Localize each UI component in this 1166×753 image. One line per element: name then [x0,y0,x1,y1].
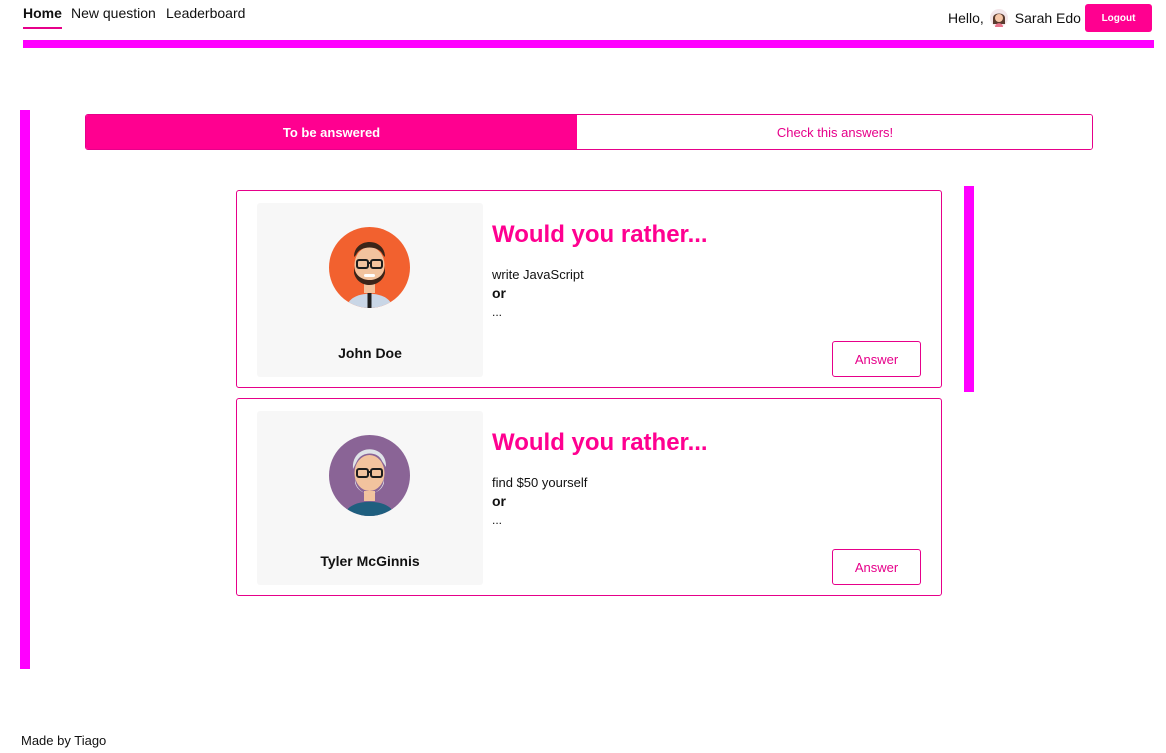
nav-divider-bar [23,40,1154,48]
option-preview: write JavaScript [492,267,584,282]
logout-button[interactable]: Logout [1085,4,1152,32]
option-preview: find $50 yourself [492,475,588,490]
top-nav: Home New question Leaderboard Hello, Sar… [0,0,1166,48]
question-title: Would you rather... [492,429,708,456]
option-ellipsis: ... [492,305,503,319]
footer-credit: Made by Tiago [21,733,107,748]
nav-leaderboard-link[interactable]: Leaderboard [166,5,245,21]
right-accent-bar [964,186,974,392]
author-panel: John Doe [257,203,483,377]
author-name: John Doe [338,345,402,361]
gray-haired-man-avatar-icon [329,435,410,516]
user-greeting: Hello, Sarah Edo [948,8,1081,28]
nav-home-link[interactable]: Home [23,5,62,29]
author-panel: Tyler McGinnis [257,411,483,585]
question-card: Tyler McGinnis Would you rather... find … [236,398,942,596]
question-card: John Doe Would you rather... write JavaS… [236,190,942,388]
option-ellipsis: ... [492,513,503,527]
left-accent-bar [20,110,30,669]
or-label: or [492,493,506,509]
tab-to-be-answered[interactable]: To be answered [86,115,577,149]
question-tabs: To be answered Check this answers! [85,114,1093,150]
or-label: or [492,285,506,301]
question-title: Would you rather... [492,221,708,248]
user-avatar-icon [989,9,1008,27]
user-name: Sarah Edo [1014,10,1081,26]
answer-button[interactable]: Answer [832,341,921,377]
nav-new-question-link[interactable]: New question [71,5,156,21]
tab-check-answers[interactable]: Check this answers! [577,115,1092,149]
author-name: Tyler McGinnis [320,553,420,569]
answer-button[interactable]: Answer [832,549,921,585]
greeting-text: Hello, [948,10,984,26]
bearded-man-avatar-icon [329,227,410,308]
